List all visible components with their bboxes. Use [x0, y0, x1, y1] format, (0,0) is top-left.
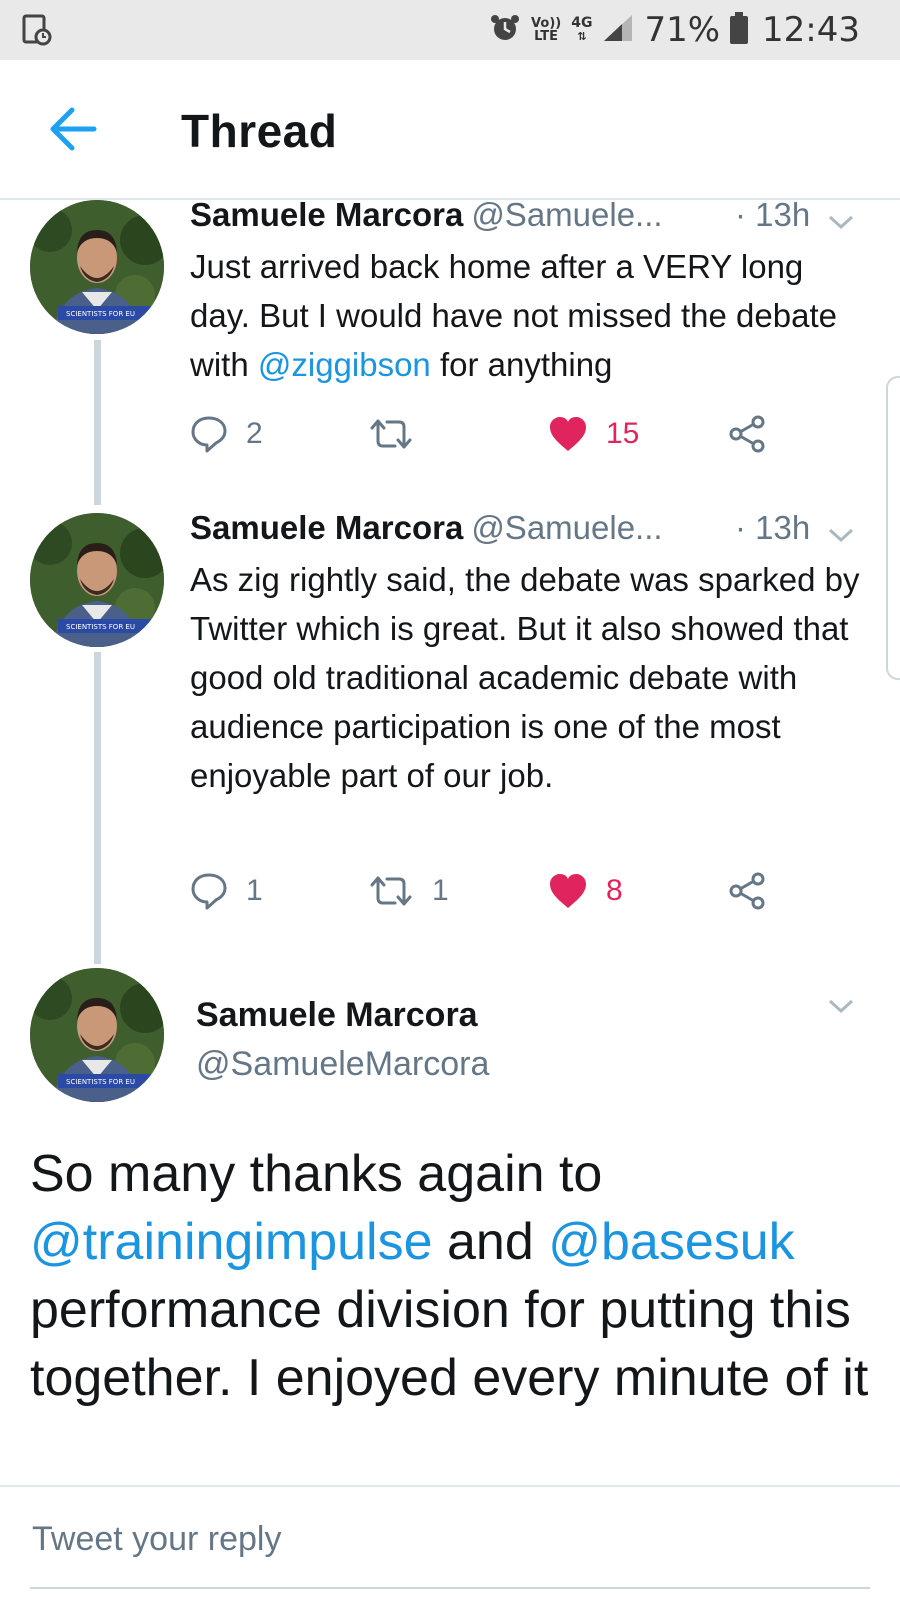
signal-icon — [602, 13, 634, 47]
reply-button[interactable]: 2 — [190, 409, 263, 459]
data-type-indicator: 4G ⇅ — [571, 15, 593, 43]
retweet-button[interactable] — [368, 409, 432, 459]
page-title: Thread — [181, 105, 338, 157]
reply-input[interactable] — [30, 1509, 874, 1569]
mention-link[interactable]: @basesuk — [548, 1213, 794, 1271]
thread-header: Thread — [0, 60, 900, 200]
avatar[interactable]: SCIENTISTS FOR EU — [30, 200, 164, 334]
reply-button[interactable]: 1 — [190, 866, 263, 916]
clock: 12:43 — [762, 10, 860, 50]
reply-count: 1 — [246, 874, 263, 907]
chevron-down-icon[interactable] — [826, 525, 856, 545]
tweet-author-name[interactable]: Samuele Marcora — [190, 509, 463, 546]
tweet-author-name[interactable]: Samuele Marcora — [190, 196, 463, 233]
heart-icon — [550, 874, 586, 908]
chevron-down-icon[interactable] — [826, 212, 856, 232]
mention-link[interactable]: @trainingimpulse — [30, 1213, 433, 1271]
share-button[interactable] — [728, 409, 768, 459]
avatar-banner-text: SCIENTISTS FOR EU — [66, 1078, 135, 1086]
main-tweet-author-handle[interactable]: @SamueleMarcora — [196, 1045, 489, 1084]
retweet-icon — [370, 876, 412, 906]
main-tweet-text: So many thanks again to @trainingimpulse… — [30, 1145, 869, 1407]
tweet-text: As zig rightly said, the debate was spar… — [190, 561, 860, 794]
tweet-timestamp: · 13h — [735, 509, 811, 546]
reply-bar — [0, 1485, 900, 1602]
like-button[interactable]: 15 — [548, 409, 639, 459]
retweet-icon — [370, 419, 412, 449]
battery-icon — [730, 12, 749, 48]
status-bar: Vo)) LTE 4G ⇅ 71% 12:43 — [0, 0, 900, 60]
tweet-header: Samuele Marcora @Samuele... · 13h — [190, 196, 870, 234]
thread-line — [94, 652, 101, 964]
back-arrow-icon[interactable] — [46, 104, 102, 154]
tweet-header: Samuele Marcora @Samuele... · 13h — [190, 509, 870, 547]
like-count: 8 — [606, 874, 623, 907]
retweet-count: 1 — [432, 874, 449, 907]
mention-link[interactable]: @ziggibson — [258, 346, 431, 383]
tweet-actions: 1 1 8 — [190, 866, 790, 916]
main-tweet-author-name[interactable]: Samuele Marcora — [196, 996, 478, 1035]
tweet-author-handle[interactable]: @Samuele... — [471, 196, 662, 233]
avatar[interactable]: SCIENTISTS FOR EU — [30, 968, 164, 1102]
heart-icon — [550, 417, 586, 451]
like-button[interactable]: 8 — [548, 866, 623, 916]
tweet-actions: 2 15 — [190, 409, 790, 459]
tweet-text: Just arrived back home after a VERY long… — [190, 248, 837, 383]
chevron-down-icon[interactable] — [826, 996, 856, 1016]
tweet-author-handle[interactable]: @Samuele... — [471, 509, 662, 546]
avatar[interactable]: SCIENTISTS FOR EU — [30, 513, 164, 647]
retweet-button[interactable]: 1 — [368, 866, 449, 916]
avatar-banner-text: SCIENTISTS FOR EU — [66, 310, 135, 318]
tweet-timestamp: · 13h — [735, 196, 811, 233]
like-count: 15 — [606, 417, 640, 450]
battery-percent: 71% — [644, 10, 721, 50]
share-button[interactable] — [728, 866, 768, 916]
share-icon — [729, 415, 765, 453]
reply-underline — [30, 1587, 870, 1589]
thread-line — [94, 340, 101, 505]
reply-icon — [191, 416, 227, 453]
device-storage-icon — [22, 14, 52, 46]
network-indicator: Vo)) LTE — [531, 16, 562, 44]
scrollbar[interactable] — [886, 376, 900, 680]
reply-icon — [191, 873, 227, 910]
avatar-banner-text: SCIENTISTS FOR EU — [66, 623, 135, 631]
share-icon — [729, 872, 765, 910]
reply-count: 2 — [246, 417, 263, 450]
alarm-icon — [489, 12, 521, 48]
